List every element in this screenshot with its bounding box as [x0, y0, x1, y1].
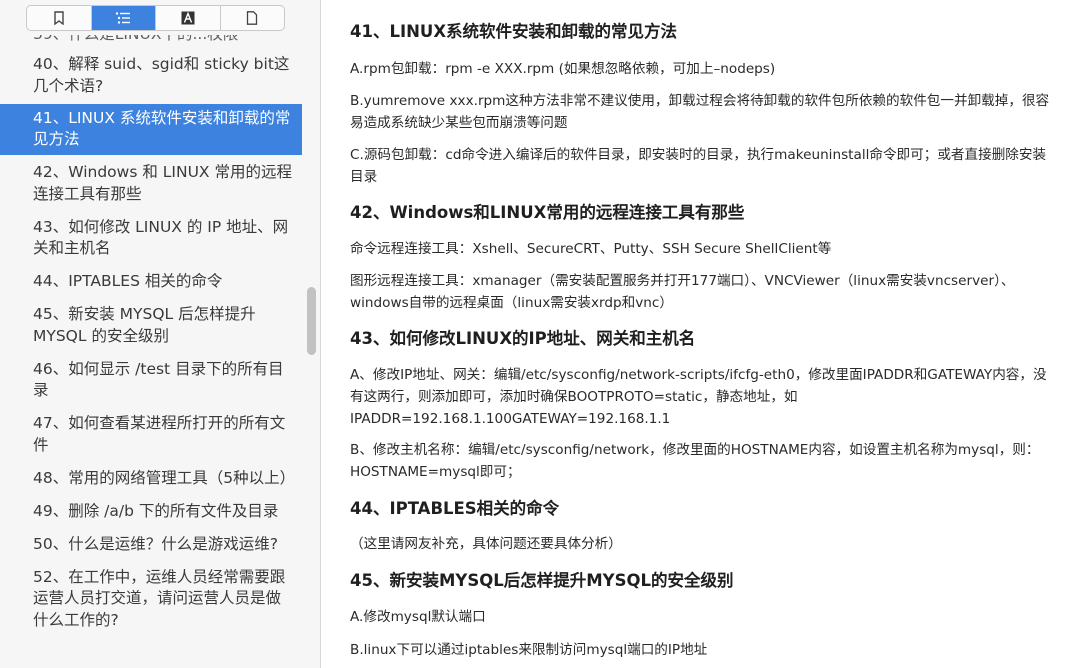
- bookmark-icon: [53, 11, 65, 25]
- toc-item[interactable]: 48、常用的网络管理工具（5种以上）: [0, 466, 302, 494]
- document-view: 41、LINUX系统软件安装和卸载的常见方法 A.rpm包卸载：rpm -e XX…: [321, 0, 1080, 668]
- toc-item[interactable]: 50、什么是运维？什么是游戏运维?: [0, 532, 302, 560]
- toc-item[interactable]: 44、IPTABLES 相关的命令: [0, 269, 302, 297]
- annotation-icon: [181, 11, 195, 25]
- toc-item[interactable]: 47、如何查看某进程所打开的所有文件: [0, 411, 302, 460]
- toc-item[interactable]: 43、如何修改 LINUX 的 IP 地址、网关和主机名: [0, 215, 302, 264]
- toc-item[interactable]: 46、如何显示 /test 目录下的所有目录: [0, 357, 302, 406]
- paragraph: A、修改IP地址、网关：编辑/etc/sysconfig/network-scr…: [350, 367, 1047, 427]
- section-heading: 43、如何修改LINUX的IP地址、网关和主机名: [350, 329, 696, 348]
- toc-item[interactable]: 40、解释 suid、sgid和 sticky bit这几个术语?: [0, 52, 302, 101]
- paragraph: A.rpm包卸载：rpm -e XXX.rpm (如果想忽略依赖，可加上–nod…: [350, 61, 776, 77]
- toc-item[interactable]: 52、在工作中，运维人员经常需要跟运营人员打交道，请问运营人员是做什么工作的?: [0, 565, 302, 636]
- paragraph: 命令远程连接工具：Xshell、SecureCRT、Putty、SSH Secu…: [350, 241, 832, 257]
- sidebar: 39、什么是LINUX下的...权限 40、解释 suid、sgid和 stic…: [0, 0, 321, 668]
- page-icon: [246, 11, 258, 25]
- toc-item[interactable]: 49、删除 /a/b 下的所有文件及目录: [0, 499, 302, 527]
- paragraph: B.yumremove xxx.rpm这种方法非常不建议使用，卸载过程会将待卸载…: [350, 93, 1050, 131]
- bookmark-button[interactable]: [27, 6, 92, 30]
- list-icon: [115, 11, 131, 25]
- paragraph: 图形远程连接工具：xmanager（需安装配置服务并打开177端口）、VNCVi…: [350, 273, 1015, 311]
- section-heading: 45、新安装MYSQL后怎样提升MYSQL的安全级别: [350, 571, 734, 590]
- paragraph: B、修改主机名称：编辑/etc/sysconfig/network，修改里面的H…: [350, 442, 1040, 480]
- paragraph: （这里请网友补充，具体问题还要具体分析）: [350, 536, 622, 552]
- sidebar-scrollbar-thumb[interactable]: [307, 287, 316, 355]
- paragraph: B.linux下可以通过iptables来限制访问mysql端口的IP地址: [350, 642, 708, 658]
- toc-item[interactable]: 41、LINUX 系统软件安装和卸载的常见方法: [0, 103, 302, 155]
- section-heading: 44、IPTABLES相关的命令: [350, 499, 560, 518]
- page-button[interactable]: [221, 6, 285, 30]
- sidebar-toolbar: [26, 5, 285, 31]
- paragraph: A.修改mysql默认端口: [350, 609, 486, 625]
- section-heading: 41、LINUX系统软件安装和卸载的常见方法: [350, 22, 678, 41]
- paragraph: C.源码包卸载：cd命令进入编译后的软件目录，即安装时的目录，执行makeuni…: [350, 147, 1047, 185]
- outline-button[interactable]: [91, 6, 156, 30]
- annotation-button[interactable]: [156, 6, 221, 30]
- toc-item[interactable]: 45、新安装 MYSQL 后怎样提升 MYSQL 的安全级别: [0, 302, 302, 351]
- section-heading: 42、Windows和LINUX常用的远程连接工具有那些: [350, 203, 745, 222]
- toc-item[interactable]: 42、Windows 和 LINUX 常用的远程连接工具有那些: [0, 160, 302, 209]
- toc-list: 40、解释 suid、sgid和 sticky bit这几个术语? 41、LINU…: [0, 52, 302, 641]
